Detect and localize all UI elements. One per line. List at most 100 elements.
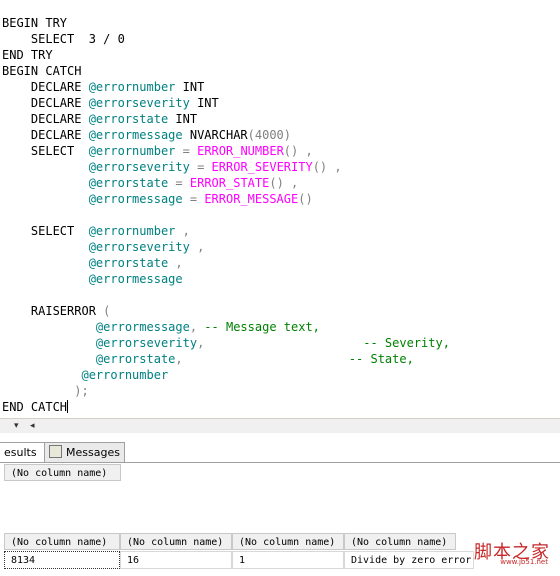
- code-token: ERROR_SEVERITY: [211, 160, 313, 174]
- code-token: -- Message text,: [204, 320, 320, 334]
- code-token: ERROR_NUMBER: [197, 144, 284, 158]
- code-token: DECLARE: [2, 112, 89, 126]
- code-line: BEGIN TRY: [2, 15, 67, 31]
- code-line: @errorstate ,: [2, 255, 183, 271]
- code-token: BEGIN TRY: [2, 16, 68, 30]
- code-line: DECLARE @errorstate INT: [2, 111, 197, 127]
- code-line: @errormessage: [2, 271, 183, 287]
- code-token: =: [175, 144, 198, 158]
- grid2-column-header-1[interactable]: (No column name): [4, 533, 120, 550]
- code-line: @errornumber: [2, 367, 168, 383]
- code-token: ERROR_STATE: [189, 176, 270, 190]
- code-token: @errorseverity: [88, 96, 190, 110]
- code-line: @errorseverity ,: [2, 239, 205, 255]
- code-token: @errorstate: [95, 352, 176, 366]
- site-watermark-url: www.jb51.net: [500, 558, 548, 566]
- code-line: SELECT @errornumber = ERROR_NUMBER() ,: [2, 143, 313, 159]
- code-token: @errorseverity: [88, 160, 190, 174]
- code-token: BEGIN CATCH: [2, 64, 82, 78]
- tab-messages-label: Messages: [66, 446, 120, 459]
- code-token: (): [298, 192, 313, 206]
- code-line: END TRY: [2, 47, 53, 63]
- grid2-cell-errorseverity[interactable]: 16: [120, 551, 232, 569]
- text-caret: [67, 400, 69, 413]
- code-line: @errormessage, -- Message text,: [2, 319, 320, 335]
- code-line: @errorseverity = ERROR_SEVERITY() ,: [2, 159, 342, 175]
- code-token: INT: [168, 112, 198, 126]
- code-token: () ,: [312, 160, 342, 174]
- code-line: SELECT @errornumber ,: [2, 223, 190, 239]
- code-token: DECLARE: [2, 96, 89, 110]
- code-token: @errorstate: [88, 176, 169, 190]
- code-token: @errormessage: [88, 128, 183, 142]
- code-line: BEGIN CATCH: [2, 63, 81, 79]
- code-token: ,: [189, 320, 205, 334]
- grid2-cell-errorstate[interactable]: 1: [232, 551, 344, 569]
- code-token: () ,: [283, 144, 313, 158]
- code-token: @errornumber: [88, 144, 176, 158]
- code-token: @errornumber: [88, 80, 176, 94]
- code-token: SELECT: [2, 224, 89, 238]
- grid2-column-header-2[interactable]: (No column name): [120, 533, 232, 550]
- sql-editor[interactable]: BEGIN TRY SELECT 3 / 0 END TRY BEGIN CATCH…: [0, 0, 560, 418]
- code-line: );: [2, 383, 89, 399]
- code-token: @errorseverity: [88, 240, 190, 254]
- tab-messages[interactable]: Messages: [44, 442, 125, 462]
- code-token: INT: [189, 96, 219, 110]
- code-token: );: [74, 384, 89, 398]
- code-token: INT: [175, 80, 205, 94]
- tab-results[interactable]: esults: [0, 442, 45, 462]
- code-line: @errormessage = ERROR_MESSAGE(): [2, 191, 313, 207]
- tab-results-label: esults: [4, 446, 37, 459]
- code-token: -- Severity,: [204, 336, 450, 350]
- code-token: ,: [168, 256, 183, 270]
- messages-icon: [49, 445, 62, 458]
- code-token: @errorstate: [88, 112, 169, 126]
- code-token: -- State,: [182, 352, 414, 366]
- code-token: SELECT 3 / 0: [2, 32, 125, 46]
- code-token: @errorseverity: [95, 336, 198, 350]
- grid2-cell-errormessage[interactable]: Divide by zero error: [344, 551, 474, 569]
- code-token: @errormessage: [88, 272, 183, 286]
- code-token: () ,: [269, 176, 299, 190]
- code-token: DECLARE: [2, 128, 89, 142]
- editor-horizontal-scrollbar[interactable]: ▾ ◂: [0, 418, 560, 433]
- grid1-column-header[interactable]: (No column name): [4, 464, 121, 481]
- scroll-dropdown-icon[interactable]: ▾: [14, 421, 19, 431]
- code-token: @errormessage: [88, 192, 183, 206]
- scroll-left-arrow-icon[interactable]: ◂: [30, 421, 35, 431]
- code-line: @errorstate = ERROR_STATE() ,: [2, 175, 299, 191]
- code-token: =: [189, 160, 212, 174]
- grid2-column-header-3[interactable]: (No column name): [232, 533, 344, 550]
- code-line: RAISERROR (: [2, 303, 111, 319]
- code-token: (4000): [247, 128, 292, 142]
- code-token: =: [168, 176, 190, 190]
- grid2-cell-errornumber[interactable]: 8134: [4, 551, 120, 569]
- results-tab-bar: esults Messages: [0, 440, 560, 463]
- code-line: DECLARE @errorseverity INT: [2, 95, 219, 111]
- code-token: ,: [189, 240, 205, 254]
- code-token: @errormessage: [95, 320, 190, 334]
- code-line: SELECT 3 / 0: [2, 31, 125, 47]
- code-token: END CATCH: [2, 400, 68, 414]
- code-token: =: [182, 192, 205, 206]
- code-line: @errorstate, -- State,: [2, 351, 414, 367]
- code-token: @errornumber: [81, 368, 169, 382]
- code-line: DECLARE @errornumber INT: [2, 79, 204, 95]
- code-line: @errorseverity, -- Severity,: [2, 335, 450, 351]
- code-token: NVARCHAR: [182, 128, 248, 142]
- code-token: (: [103, 304, 111, 318]
- grid2-column-header-4[interactable]: (No column name): [344, 533, 456, 550]
- code-token: ERROR_MESSAGE: [204, 192, 299, 206]
- code-token: RAISERROR: [2, 304, 104, 318]
